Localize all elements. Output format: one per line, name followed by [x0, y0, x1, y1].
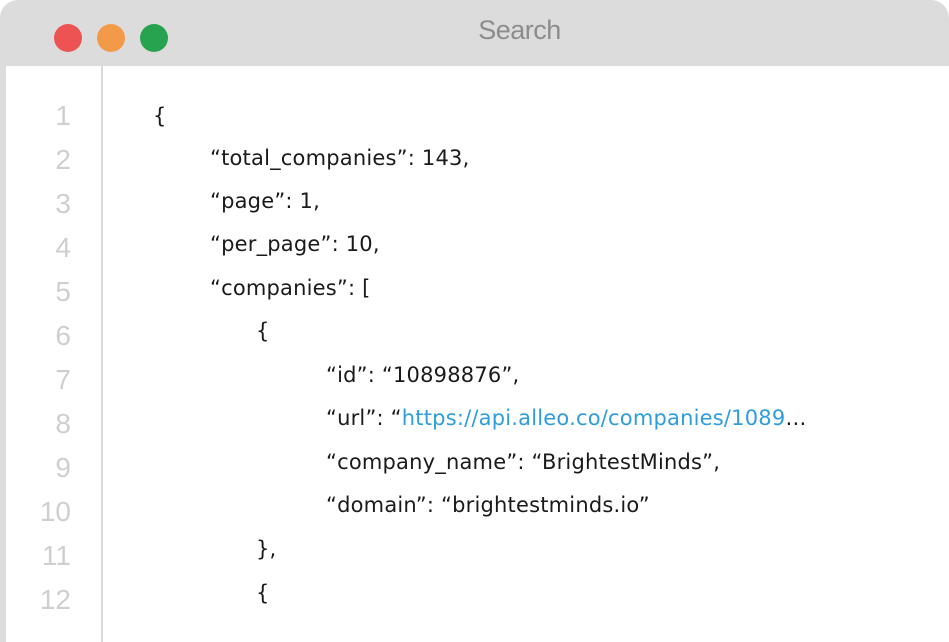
line-number: 8 [55, 408, 71, 439]
title-bar: Search [0, 0, 949, 66]
close-window-button[interactable] [54, 24, 82, 52]
code-line: “page”: 1, [210, 189, 320, 213]
line-number-gutter: 1 2 3 4 5 6 7 8 9 10 11 12 [6, 66, 103, 642]
line-number: 7 [55, 364, 71, 395]
code-line: “total_companies”: 143, [210, 146, 470, 170]
code-line: “companies”: [ [210, 276, 371, 300]
code-line: “company_name”: “BrightestMinds”, [326, 450, 721, 474]
line-number: 3 [55, 188, 71, 219]
line-number: 5 [55, 276, 71, 307]
code-line: “domain”: “brightestminds.io” [326, 493, 650, 517]
code-line-url: “url”: “https://api.alleo.co/companies/1… [326, 406, 807, 430]
url-key: “url”: “ [326, 406, 402, 430]
line-number: 4 [55, 232, 71, 263]
line-number: 10 [39, 496, 71, 527]
line-number: 6 [55, 320, 71, 351]
code-line: { [256, 319, 270, 343]
line-number: 2 [55, 144, 71, 175]
code-line: { [153, 104, 167, 128]
line-number: 1 [55, 100, 71, 131]
code-line: “per_page”: 10, [210, 232, 380, 256]
line-number: 9 [55, 452, 71, 483]
url-link[interactable]: https://api.alleo.co/companies/1089 [402, 406, 786, 430]
app-window: Search 1 2 3 4 5 6 7 8 9 10 11 12 { “tot… [0, 0, 949, 642]
line-number: 12 [39, 584, 71, 615]
code-line: }, [256, 537, 277, 561]
window-title: Search [478, 15, 561, 45]
truncation-ellipsis: … [785, 406, 807, 430]
line-number: 11 [41, 540, 71, 571]
code-line: “id”: “10898876”, [326, 363, 520, 387]
code-editor[interactable]: 1 2 3 4 5 6 7 8 9 10 11 12 { “total_comp… [6, 66, 949, 642]
code-line: { [256, 581, 270, 605]
